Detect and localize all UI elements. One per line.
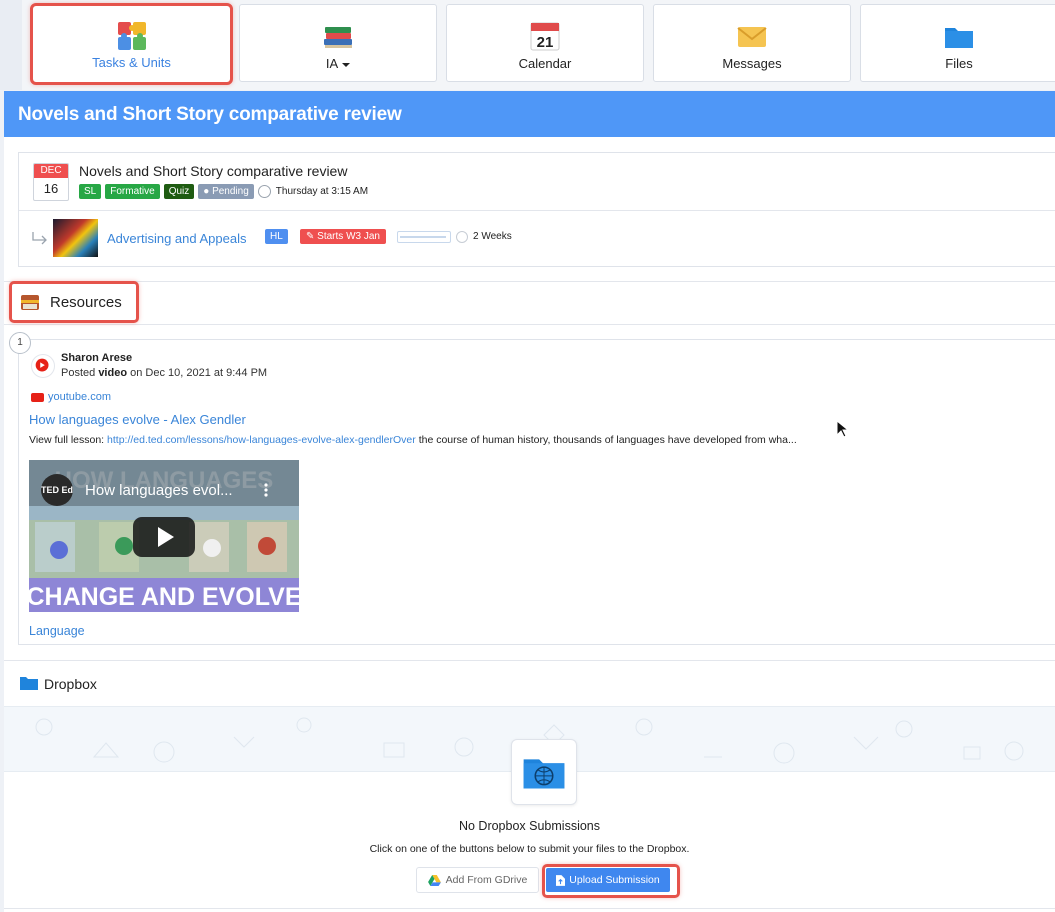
video-description: View full lesson: http://ed.ted.com/less… <box>29 434 797 446</box>
starts-badge: ✎ Starts W3 Jan <box>300 229 386 244</box>
unit-link[interactable]: Advertising and Appeals <box>107 231 246 246</box>
tab-files[interactable]: Files <box>860 4 1055 82</box>
top-nav: Tasks & Units IA 21 Calendar Messages Fi <box>0 0 1055 90</box>
video-artwork: HOW LANGUAGES TED Ed How languages evol.… <box>29 460 299 612</box>
clock-icon <box>456 231 468 243</box>
dropbox-title: Dropbox <box>44 676 97 692</box>
post-author: Sharon Arese <box>61 352 133 364</box>
empty-state-hint: Click on one of the buttons below to sub… <box>369 843 690 855</box>
tab-ia[interactable]: IA <box>239 4 437 82</box>
main-content: DEC 16 Novels and Short Story comparativ… <box>4 137 1055 912</box>
caret-down-icon <box>342 62 351 67</box>
tab-calendar[interactable]: 21 Calendar <box>446 4 644 82</box>
desc-rest: the course of human history, thousands o… <box>415 434 797 446</box>
pending-badge: ● Pending <box>198 184 254 199</box>
post-count-badge: 1 <box>9 332 31 354</box>
resources-header-row <box>4 281 1055 325</box>
posted-date: on Dec 10, 2021 at 9:44 PM <box>130 367 268 379</box>
task-badges: SL Formative Quiz ● Pending Thursday at … <box>79 184 368 199</box>
tab-label: Tasks & Units <box>92 55 171 70</box>
file-upload-icon <box>556 874 566 886</box>
upload-submission-button[interactable]: Upload Submission <box>546 868 670 892</box>
gdrive-label: Add From GDrive <box>445 874 528 886</box>
task-title[interactable]: Novels and Short Story comparative revie… <box>79 163 347 179</box>
envelope-icon <box>737 27 767 47</box>
task-card: DEC 16 Novels and Short Story comparativ… <box>18 152 1055 267</box>
puzzle-icon <box>117 22 146 50</box>
formative-badge: Formative <box>105 184 160 199</box>
tab-label: IA <box>240 56 436 71</box>
unit-duration: 2 Weeks <box>473 231 512 242</box>
thumb-title: How languages evol... <box>85 482 233 499</box>
tab-label: Messages <box>722 56 782 71</box>
resources-title: Resources <box>50 294 122 311</box>
upload-label: Upload Submission <box>569 874 660 886</box>
add-from-gdrive-button[interactable]: Add From GDrive <box>416 867 539 893</box>
tab-label: Files <box>945 56 973 71</box>
nav-left-stripe <box>0 0 22 90</box>
ted-ed-badge: TED Ed <box>41 485 73 495</box>
google-drive-icon <box>427 874 441 886</box>
progress-fill <box>400 236 446 238</box>
tab-messages[interactable]: Messages <box>653 4 851 82</box>
tag-link[interactable]: Language <box>29 624 85 638</box>
thumb-caption: CHANGE AND EVOLVE <box>29 583 299 611</box>
task-time: Thursday at 3:15 AM <box>275 186 369 197</box>
tab-label: Calendar <box>518 56 572 71</box>
dropbox-header: Dropbox <box>4 660 1055 706</box>
youtube-avatar <box>31 354 55 378</box>
folder-icon <box>20 677 38 690</box>
play-circle-icon <box>35 358 49 372</box>
source-link[interactable]: youtube.com <box>31 391 111 403</box>
lesson-link[interactable]: http://ed.ted.com/lessons/how-languages-… <box>107 434 416 446</box>
unit-thumbnail[interactable] <box>53 219 98 257</box>
unit-progress-bar <box>397 231 451 243</box>
calendar-icon: 21 <box>530 22 560 51</box>
clock-icon <box>257 185 271 198</box>
page-banner: Novels and Short Story comparative revie… <box>4 91 1055 137</box>
quiz-badge: Quiz <box>163 184 195 199</box>
tab-ia-label: IA <box>325 56 339 71</box>
page-title: Novels and Short Story comparative revie… <box>18 104 402 125</box>
starts-label: Starts W3 Jan <box>317 231 380 242</box>
date-day: 16 <box>43 181 59 196</box>
sl-badge: SL <box>79 184 102 199</box>
globe-folder-icon <box>523 759 565 789</box>
post-meta: Posted video on Dec 10, 2021 at 9:44 PM <box>61 367 267 379</box>
source-label: youtube.com <box>48 391 111 403</box>
hl-badge: HL <box>265 229 288 244</box>
subtask-arrow-icon <box>32 232 47 245</box>
empty-state-title: No Dropbox Submissions <box>458 819 601 833</box>
video-title-link[interactable]: How languages evolve - Alex Gendler <box>29 412 246 427</box>
divider <box>4 908 1055 909</box>
pending-label: Pending <box>212 186 249 197</box>
folder-icon <box>945 28 973 48</box>
calendar-day: 21 <box>537 34 554 51</box>
books-icon <box>324 27 352 48</box>
mouse-cursor-icon <box>836 420 848 438</box>
resources-header[interactable]: Resources <box>9 281 139 323</box>
video-thumbnail[interactable]: HOW LANGUAGES TED Ed How languages evol.… <box>29 460 299 612</box>
posted-type: video <box>98 367 128 379</box>
dropbox-empty-icon <box>511 739 577 805</box>
date-badge: DEC 16 <box>33 163 69 201</box>
resources-chest-icon <box>21 295 39 310</box>
tab-tasks-units[interactable]: Tasks & Units <box>30 3 233 85</box>
divider <box>19 210 1055 211</box>
posted-prefix: Posted <box>61 367 96 379</box>
youtube-icon <box>31 392 44 402</box>
date-month: DEC <box>34 164 68 178</box>
resource-post: Sharon Arese Posted video on Dec 10, 202… <box>18 339 1055 645</box>
desc-prefix: View full lesson: <box>29 434 108 446</box>
